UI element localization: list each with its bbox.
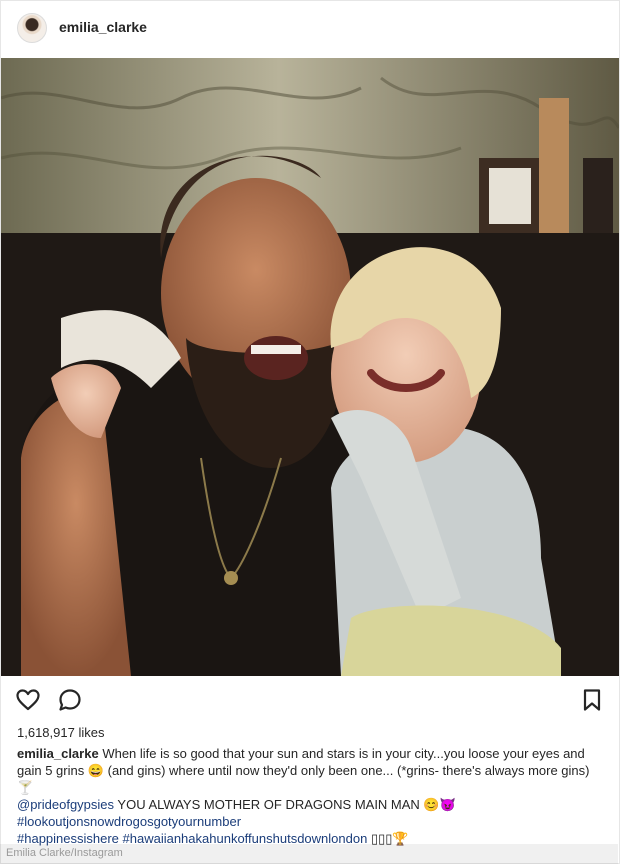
- caption-mention[interactable]: @prideofgypsies: [17, 797, 114, 812]
- image-credit: Emilia Clarke/Instagram: [0, 844, 618, 864]
- credit-text: Emilia Clarke/Instagram: [6, 847, 123, 859]
- instagram-post: emilia_clarke 1,618,917 likes emilia_cla…: [0, 0, 620, 864]
- caption-text: When life is so good that your sun and s…: [17, 746, 590, 795]
- likes-count[interactable]: 1,618,917 likes: [17, 725, 104, 740]
- post-header: emilia_clarke: [1, 1, 619, 57]
- caption-mention-text: YOU ALWAYS MOTHER OF DRAGONS MAIN MAN 😊😈: [117, 797, 456, 812]
- caption-username[interactable]: emilia_clarke: [17, 746, 99, 761]
- caption-mention-line: @prideofgypsies YOU ALWAYS MOTHER OF DRA…: [17, 796, 603, 813]
- comment-icon[interactable]: [57, 687, 83, 713]
- post-actions: [1, 683, 619, 717]
- caption-hashtag[interactable]: #lookoutjonsnowdrogosgotyournumber: [17, 813, 603, 830]
- post-caption: emilia_clarke When life is so good that …: [17, 745, 603, 847]
- heart-icon[interactable]: [15, 687, 41, 713]
- post-photo-image: [1, 58, 619, 676]
- post-photo[interactable]: [1, 58, 619, 676]
- avatar[interactable]: [17, 13, 47, 43]
- bookmark-icon[interactable]: [579, 687, 605, 713]
- post-username[interactable]: emilia_clarke: [59, 19, 147, 35]
